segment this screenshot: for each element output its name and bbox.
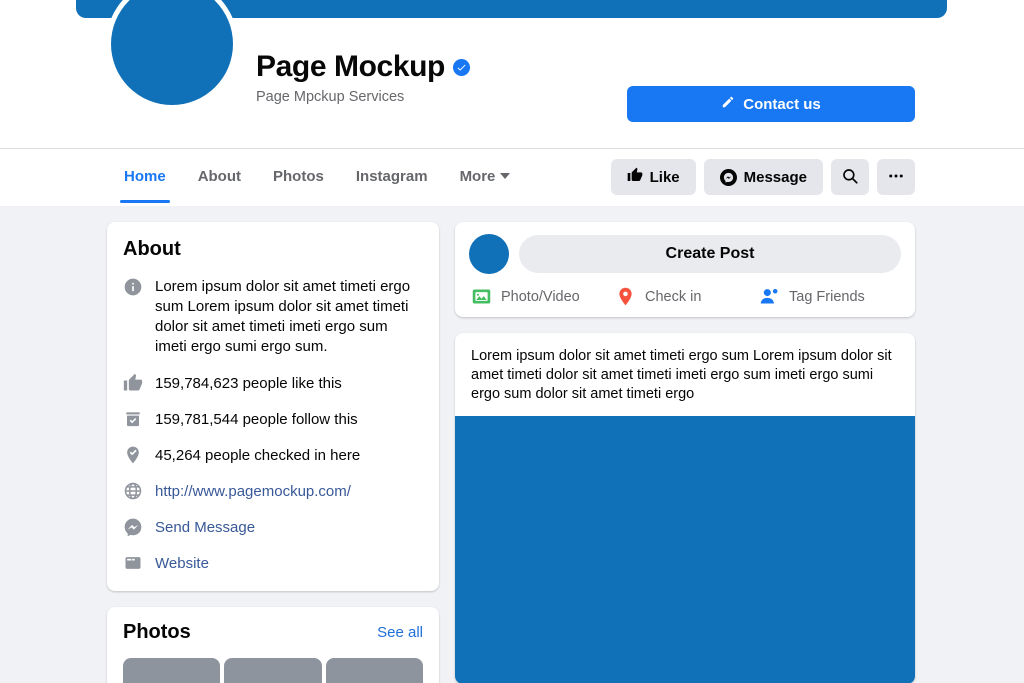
tab-about-label: About <box>197 167 242 185</box>
tab-home[interactable]: Home <box>108 149 182 203</box>
page-identity: Page Mockup Page Mpckup Services <box>256 50 470 105</box>
thumbs-up-icon <box>123 373 143 391</box>
thumbs-up-icon <box>627 167 643 187</box>
page-avatar[interactable] <box>106 0 238 110</box>
nav-tab-list: Home About Photos Instagram More <box>108 149 526 207</box>
photos-card: Photos See all <box>107 607 439 683</box>
tab-home-label: Home <box>124 167 166 185</box>
page-title: Page Mockup <box>256 50 445 83</box>
post-card: Lorem ipsum dolor sit amet timeti ergo s… <box>455 333 915 683</box>
tab-more-label: More <box>459 167 496 185</box>
about-link-send-message-text: Send Message <box>155 518 256 536</box>
like-button[interactable]: Like <box>610 159 696 195</box>
message-button[interactable]: Message <box>703 159 823 195</box>
about-link-website-url[interactable]: http://www.pagemockup.com/ <box>123 481 423 501</box>
tab-photos[interactable]: Photos <box>257 149 340 203</box>
location-pin-icon <box>619 287 632 306</box>
check-in-label: Check in <box>645 288 702 305</box>
info-icon <box>124 278 142 296</box>
tag-friends-icon <box>760 288 778 304</box>
create-post-input[interactable]: Create Post <box>519 235 901 273</box>
about-stat-checkins-text: 45,264 people checked in here <box>155 446 361 464</box>
page-action-buttons: Like Message <box>610 159 915 195</box>
verified-check-icon <box>452 58 470 76</box>
about-link-website-url-text: http://www.pagemockup.com/ <box>155 482 351 500</box>
user-avatar[interactable] <box>469 234 509 274</box>
photo-thumbnail[interactable] <box>325 658 423 683</box>
about-stat-likes: 159,784,623 people like this <box>123 373 423 393</box>
browser-window-icon <box>125 557 141 569</box>
about-title: About <box>123 238 181 260</box>
tag-friends-label: Tag Friends <box>789 288 865 305</box>
about-description: Lorem ipsum dolor sit amet timeti ergo s… <box>155 278 411 355</box>
about-link-send-message[interactable]: Send Message <box>123 517 423 537</box>
tag-friends-action[interactable]: Tag Friends <box>757 286 901 307</box>
tab-more[interactable]: More <box>444 149 527 203</box>
messenger-icon <box>124 518 142 537</box>
about-link-website-text: Website <box>155 554 209 572</box>
about-description-row: Lorem ipsum dolor sit amet timeti ergo s… <box>123 277 423 357</box>
page-navbar: Home About Photos Instagram More Like Me… <box>0 148 1024 206</box>
create-post-actions: Photo/Video Check in Tag Friends <box>469 286 901 307</box>
about-stat-checkins: 45,264 people checked in here <box>123 445 423 465</box>
photo-thumbnail[interactable] <box>224 658 322 683</box>
left-column: About Lorem ipsum dolor sit amet timeti … <box>107 222 439 683</box>
photos-grid <box>123 658 423 683</box>
photo-thumbnail[interactable] <box>123 658 221 683</box>
page-subtitle: Page Mpckup Services <box>256 89 405 105</box>
right-column: Create Post Photo/Video Check in Tag Fri… <box>455 222 915 683</box>
contact-us-label: Contact us <box>743 95 821 113</box>
tab-about[interactable]: About <box>182 149 257 203</box>
tab-instagram-label: Instagram <box>355 167 428 185</box>
tab-photos-label: Photos <box>273 167 324 185</box>
about-link-website[interactable]: Website <box>123 553 423 573</box>
page-header: Page Mockup Page Mpckup Services Contact… <box>0 0 1024 148</box>
create-post-top: Create Post <box>469 234 901 274</box>
ellipsis-icon <box>887 167 905 188</box>
about-card: About Lorem ipsum dolor sit amet timeti … <box>107 222 439 591</box>
like-label: Like <box>649 168 680 186</box>
more-options-button[interactable] <box>877 159 915 195</box>
photo-video-action[interactable]: Photo/Video <box>469 286 613 307</box>
search-icon <box>841 167 859 188</box>
post-image[interactable] <box>455 416 915 683</box>
about-stat-likes-text: 159,784,623 people like this <box>155 374 342 392</box>
tab-instagram[interactable]: Instagram <box>340 149 444 203</box>
photo-video-label: Photo/Video <box>501 288 580 305</box>
check-in-action[interactable]: Check in <box>613 286 757 307</box>
messenger-icon <box>719 168 737 186</box>
about-stat-follows: 159,781,544 people follow this <box>123 409 423 429</box>
search-button[interactable] <box>831 159 869 195</box>
photos-header: Photos See all <box>123 621 423 644</box>
message-label: Message <box>743 168 807 186</box>
photos-see-all-link[interactable]: See all <box>377 624 423 641</box>
page-avatar-image <box>111 0 233 105</box>
pencil-icon <box>721 95 735 113</box>
contact-us-button[interactable]: Contact us <box>627 86 915 122</box>
page-content: About Lorem ipsum dolor sit amet timeti … <box>0 206 1024 683</box>
chevron-down-icon <box>500 173 511 179</box>
post-text: Lorem ipsum dolor sit amet timeti ergo s… <box>471 348 892 402</box>
follow-check-icon <box>126 412 140 427</box>
photo-video-icon <box>472 289 491 304</box>
globe-icon <box>124 482 142 500</box>
create-post-card: Create Post Photo/Video Check in Tag Fri… <box>455 222 915 317</box>
location-check-icon <box>127 446 139 464</box>
about-stat-follows-text: 159,781,544 people follow this <box>155 410 358 428</box>
photos-title: Photos <box>123 621 191 643</box>
